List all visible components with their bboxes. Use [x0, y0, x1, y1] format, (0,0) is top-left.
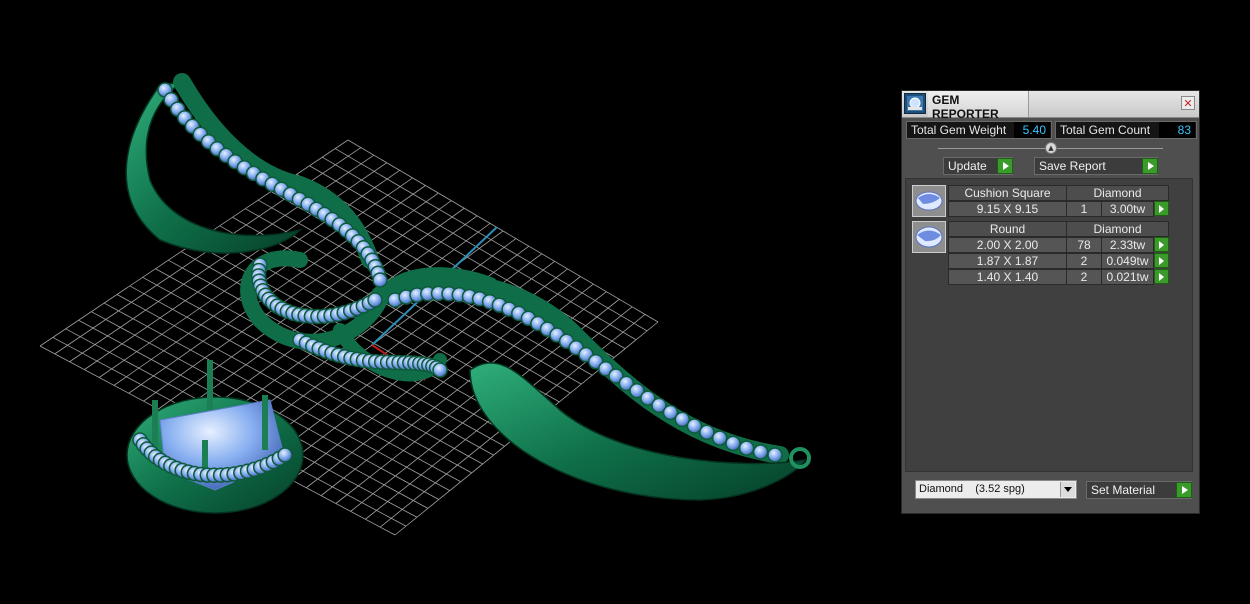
update-button[interactable]: Update — [943, 157, 1013, 175]
gem-shape-header: Round — [948, 221, 1067, 237]
chevron-down-icon[interactable] — [1060, 482, 1075, 497]
material-select[interactable]: Diamond (3.52 spg) — [915, 480, 1077, 499]
title-bar[interactable]: GEM REPORTER ✕ — [902, 91, 1199, 121]
collapse-arrow-icon[interactable]: ▲ — [1045, 142, 1057, 154]
gem-size-cell: 2.00 X 2.00 — [948, 237, 1067, 253]
gem-reporter-icon — [904, 93, 926, 114]
gem-weight-cell: 3.00tw — [1101, 201, 1154, 217]
gem-stone — [725, 435, 741, 452]
play-arrow-icon[interactable] — [1154, 269, 1169, 284]
total-gem-count-field: Total Gem Count 83 — [1055, 121, 1197, 139]
total-gem-count-label: Total Gem Count — [1060, 123, 1151, 137]
cushion-gem-icon[interactable] — [912, 185, 946, 217]
gem-weight-cell: 0.049tw — [1101, 253, 1154, 269]
total-gem-weight-field: Total Gem Weight 5.40 — [906, 121, 1052, 139]
save-report-button[interactable]: Save Report — [1034, 157, 1158, 175]
gem-stone — [432, 362, 448, 378]
play-arrow-icon[interactable] — [1154, 237, 1169, 252]
window-title: GEM REPORTER — [932, 93, 999, 121]
gem-stone — [277, 447, 293, 463]
update-button-label: Update — [948, 159, 987, 173]
gem-report-table: Cushion Square Diamond 9.15 X 9.15 1 3.0… — [905, 178, 1193, 472]
pendant-model[interactable] — [125, 73, 811, 514]
set-material-button[interactable]: Set Material — [1086, 481, 1192, 499]
gem-count-cell: 2 — [1066, 269, 1102, 285]
gem-size-cell: 1.87 X 1.87 — [948, 253, 1067, 269]
gem-stone — [752, 444, 769, 460]
gem-count-cell: 2 — [1066, 253, 1102, 269]
gem-count-cell: 1 — [1066, 201, 1102, 217]
gem-stone — [738, 440, 755, 456]
pendant-halo — [126, 360, 304, 514]
gem-stone — [699, 424, 715, 441]
gem-stone — [372, 272, 388, 288]
set-material-button-label: Set Material — [1091, 483, 1156, 497]
gem-material-header: Diamond — [1066, 221, 1169, 237]
round-gem-icon[interactable] — [912, 221, 946, 253]
material-select-value: Diamond (3.52 spg) — [919, 483, 1025, 495]
gem-material-header: Diamond — [1066, 185, 1169, 201]
title-tab: GEM REPORTER — [928, 91, 1029, 121]
gem-shape-header: Cushion Square — [948, 185, 1067, 201]
play-arrow-icon — [1176, 482, 1192, 498]
play-arrow-icon[interactable] — [1154, 253, 1169, 268]
play-arrow-icon — [1142, 158, 1158, 174]
gem-size-cell: 9.15 X 9.15 — [948, 201, 1067, 217]
play-arrow-icon — [997, 158, 1013, 174]
total-gem-weight-value: 5.40 — [1014, 122, 1050, 138]
gem-weight-cell: 0.021tw — [1101, 269, 1154, 285]
gem-reporter-panel: GEM REPORTER ✕ Total Gem Weight 5.40 Tot… — [901, 90, 1200, 514]
total-gem-count-value: 83 — [1159, 122, 1195, 138]
gem-weight-cell: 2.33tw — [1101, 237, 1154, 253]
total-gem-weight-label: Total Gem Weight — [911, 123, 1007, 137]
gem-size-cell: 1.40 X 1.40 — [948, 269, 1067, 285]
gem-count-cell: 78 — [1066, 237, 1102, 253]
gem-stone — [767, 447, 783, 463]
close-icon[interactable]: ✕ — [1181, 96, 1195, 110]
gem-stone — [711, 430, 728, 446]
save-report-button-label: Save Report — [1039, 159, 1106, 173]
gem-stone — [367, 292, 383, 308]
play-arrow-icon[interactable] — [1154, 201, 1169, 216]
